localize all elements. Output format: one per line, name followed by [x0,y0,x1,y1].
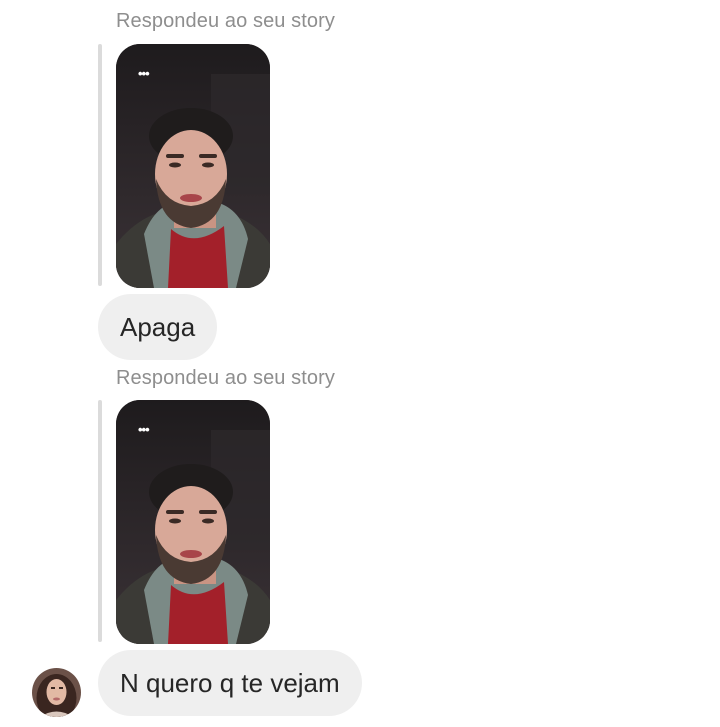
story-thumbnail[interactable]: ••• [116,400,270,644]
message-bubble[interactable]: N quero q te vejam [98,650,362,716]
quote-bar [98,44,102,286]
quote-bar [98,400,102,642]
message-bubble[interactable]: Apaga [98,294,218,360]
avatar[interactable] [32,668,81,717]
story-reply-label: Respondeu ao seu story [116,10,336,32]
story-thumbnail[interactable]: ••• [116,44,270,288]
story-reply-label: Respondeu ao seu story [116,367,336,389]
more-dots-icon[interactable]: ••• [138,423,150,436]
message-text: Apaga [120,311,196,342]
message-text: N quero q te vejam [120,667,340,698]
more-dots-icon[interactable]: ••• [138,67,150,80]
avatar-photo [32,668,81,717]
